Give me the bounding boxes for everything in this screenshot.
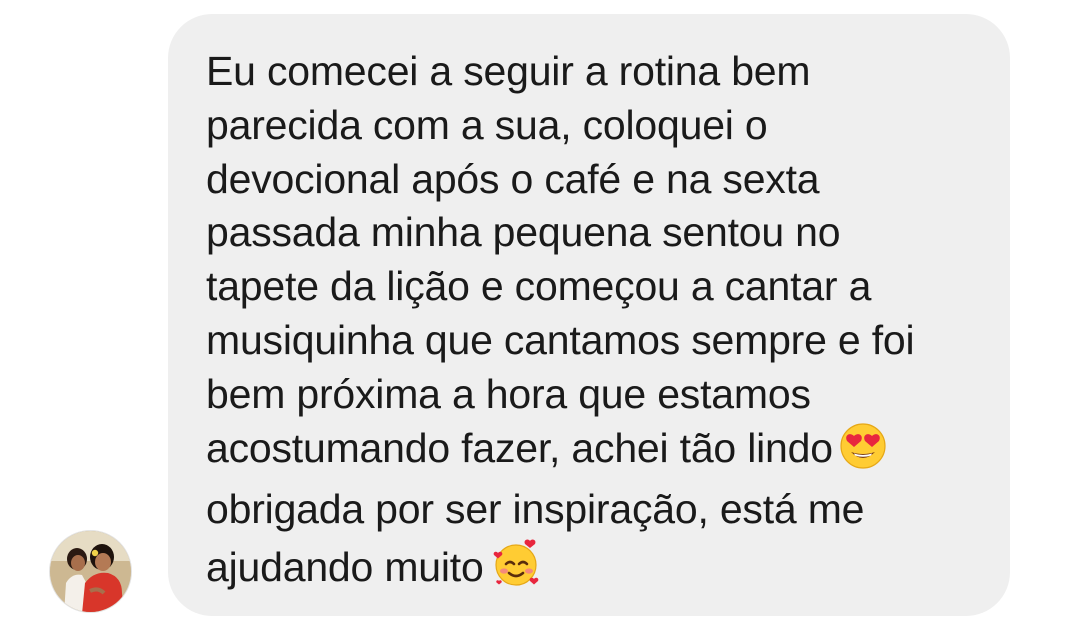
message-line: ajudando muito <box>206 544 484 591</box>
avatar[interactable] <box>49 530 132 613</box>
chat-conversation: Eu comecei a seguir a rotina bem parecid… <box>0 0 1079 637</box>
message-line: passada minha pequena sentou no <box>206 209 841 256</box>
profile-photo-icon <box>50 531 131 612</box>
heart-eyes-emoji-icon <box>839 422 887 484</box>
message-line-with-emoji: acostumando fazer, achei tão lindo <box>206 422 996 484</box>
message-line: tapete da lição e começou a cantar a <box>206 263 872 310</box>
message-line: parecida com a sua, coloquei o <box>206 101 768 148</box>
message-line: musiquinha que cantamos sempre e foi <box>206 316 915 363</box>
message-line: acostumando fazer, achei tão lindo <box>206 424 833 471</box>
message-line: bem próxima a hora que estamos <box>206 370 811 417</box>
message-line: Eu comecei a seguir a rotina bem <box>206 48 811 94</box>
message-line: devocional após o café e na sexta <box>206 155 820 202</box>
message-line-with-emoji: ajudando muito <box>206 537 996 603</box>
smiling-face-with-hearts-emoji-icon <box>490 537 542 603</box>
message-text: Eu comecei a seguir a rotina bem parecid… <box>206 45 996 603</box>
message-line: obrigada por ser inspiração, está me <box>206 486 865 533</box>
